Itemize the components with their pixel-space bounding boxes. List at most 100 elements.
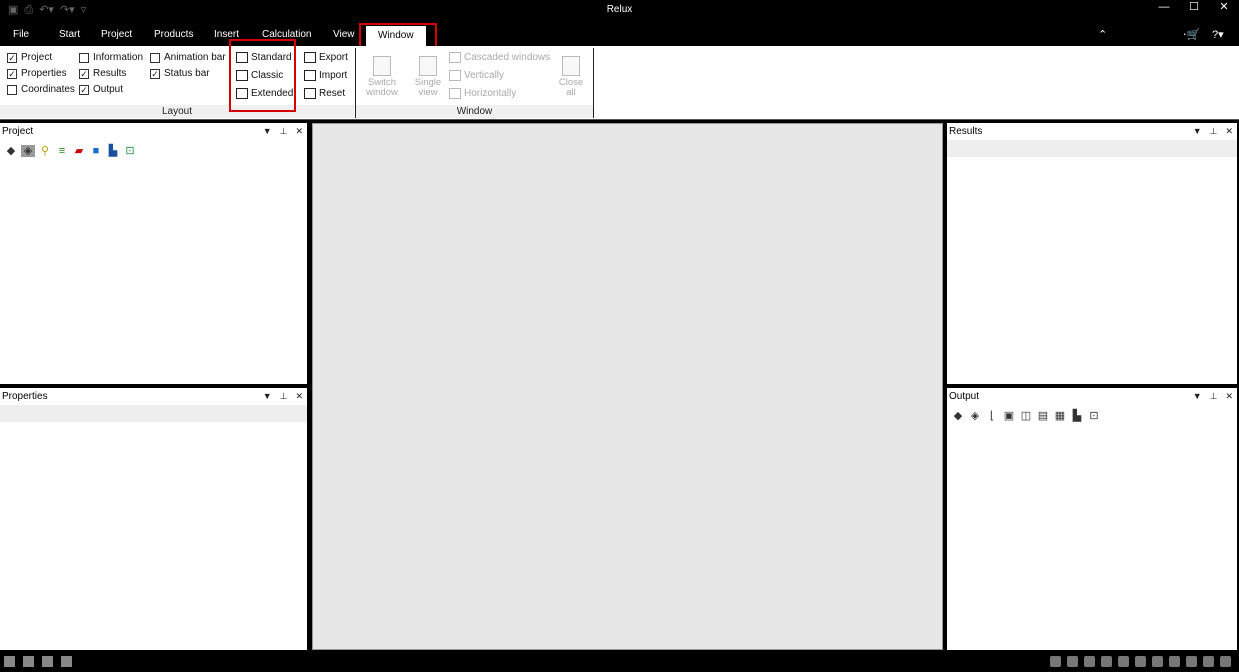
switch-window-button[interactable]: Switch window bbox=[364, 56, 400, 98]
minimize-icon[interactable]: — bbox=[1149, 0, 1179, 18]
zoom-out-icon[interactable] bbox=[1067, 656, 1078, 667]
dropdown-arrow-icon[interactable]: ▼ bbox=[263, 388, 272, 405]
layout-classic-button[interactable]: Classic bbox=[236, 70, 283, 81]
document-icon[interactable]: ▤ bbox=[1036, 410, 1050, 422]
grid-view-icon[interactable] bbox=[23, 656, 34, 667]
pin-icon[interactable]: ⊥ bbox=[280, 388, 288, 405]
checkbox-checked-icon: ✓ bbox=[7, 68, 17, 79]
close-window-icon[interactable]: ✕ bbox=[1209, 0, 1239, 18]
results-header-band bbox=[947, 140, 1237, 157]
measure-area-icon[interactable]: ≡ bbox=[55, 145, 69, 157]
checkbox-properties[interactable]: ✓ Properties bbox=[7, 68, 67, 79]
layout-group-label: Layout bbox=[0, 105, 354, 118]
render-icon[interactable] bbox=[1169, 656, 1180, 667]
3d-view-icon[interactable]: ▣ bbox=[1002, 410, 1016, 422]
window-group-label: Window bbox=[356, 105, 593, 118]
red-object-icon[interactable]: ▰ bbox=[72, 145, 86, 157]
tab-products[interactable]: Products bbox=[154, 29, 193, 40]
close-all-button[interactable]: Close all bbox=[554, 56, 588, 98]
plan-view-icon[interactable] bbox=[42, 656, 53, 667]
dropdown-arrow-icon[interactable]: ▼ bbox=[1193, 388, 1202, 405]
pin-icon[interactable]: ⊥ bbox=[1210, 123, 1218, 140]
image-view-icon[interactable] bbox=[61, 656, 72, 667]
layout-standard-button[interactable]: Standard bbox=[236, 52, 292, 63]
tile-vertically-button[interactable]: Vertically bbox=[449, 70, 504, 81]
tile-horizontally-button[interactable]: Horizontally bbox=[449, 88, 516, 99]
relux-logo-icon[interactable] bbox=[4, 656, 15, 667]
resize-grip-icon[interactable] bbox=[1220, 656, 1231, 667]
reset-icon bbox=[304, 88, 316, 99]
output-panel: Output ▼ ⊥ ✕ ◆ ◈ ⌊ ▣ ◫ ▤ ▦ ▙ ⊡ bbox=[947, 388, 1237, 650]
import-layout-button[interactable]: Import bbox=[304, 70, 347, 81]
zoom-fit-icon[interactable] bbox=[1084, 656, 1095, 667]
checkbox-checked-icon: ✓ bbox=[79, 68, 89, 79]
close-icon[interactable]: ✕ bbox=[1225, 123, 1233, 140]
tab-window[interactable]: Window bbox=[366, 26, 426, 46]
tab-file[interactable]: File bbox=[13, 29, 29, 40]
tile-vertical-icon bbox=[449, 70, 461, 81]
project-toolbar: ◆ ◈ ⚲ ≡ ▰ ■ ▙ ⊡ bbox=[4, 145, 137, 157]
maximize-icon[interactable]: ☐ bbox=[1179, 0, 1209, 18]
export-layout-button[interactable]: Export bbox=[304, 52, 348, 63]
checkbox-unchecked-icon bbox=[79, 52, 89, 63]
view-side-icon[interactable] bbox=[1152, 656, 1163, 667]
pin-icon[interactable]: ⊥ bbox=[1210, 388, 1218, 405]
dropdown-arrow-icon[interactable]: ▼ bbox=[263, 123, 272, 140]
help-icon[interactable]: ?▾ bbox=[1212, 28, 1224, 41]
import-icon bbox=[304, 70, 316, 81]
tab-calculation[interactable]: Calculation bbox=[262, 29, 311, 40]
view-3d-icon[interactable] bbox=[1101, 656, 1112, 667]
view-front-icon[interactable] bbox=[1135, 656, 1146, 667]
checkbox-project[interactable]: ✓ Project bbox=[7, 52, 52, 63]
cube-icon[interactable]: ■ bbox=[89, 145, 103, 157]
furniture-icon[interactable]: ▙ bbox=[106, 145, 120, 157]
view-top-icon[interactable] bbox=[1118, 656, 1129, 667]
properties-panel: Properties ▼ ⊥ ✕ bbox=[0, 388, 307, 650]
building-icon[interactable]: ◆ bbox=[951, 410, 965, 422]
3d-box-icon[interactable]: ◫ bbox=[1019, 410, 1033, 422]
building-icon[interactable]: ◆ bbox=[4, 145, 18, 157]
shop-icon[interactable]: ⋅🛒 bbox=[1183, 28, 1200, 41]
checkbox-output[interactable]: ✓ Output bbox=[79, 84, 123, 95]
panel-title: Project bbox=[0, 123, 307, 140]
chart-icon[interactable]: ▙ bbox=[1070, 410, 1084, 422]
document-icon[interactable] bbox=[1203, 656, 1214, 667]
close-icon[interactable]: ✕ bbox=[1225, 388, 1233, 405]
pin-icon[interactable]: ⊥ bbox=[280, 123, 288, 140]
checkbox-animation-bar[interactable]: Animation bar bbox=[150, 52, 226, 63]
reset-layout-button[interactable]: Reset bbox=[304, 88, 345, 99]
emergency-exit-icon[interactable]: ⊡ bbox=[1087, 410, 1101, 422]
standard-layout-icon bbox=[236, 52, 248, 63]
checkbox-results[interactable]: ✓ Results bbox=[79, 68, 126, 79]
cascade-windows-button[interactable]: Cascaded windows bbox=[449, 52, 550, 63]
dropdown-arrow-icon[interactable]: ▼ bbox=[1193, 123, 1202, 140]
checkbox-status-bar[interactable]: ✓ Status bar bbox=[150, 68, 210, 79]
room-icon[interactable]: ◈ bbox=[21, 145, 35, 157]
checkbox-information[interactable]: Information bbox=[79, 52, 143, 63]
tab-insert[interactable]: Insert bbox=[214, 29, 239, 40]
checkbox-coordinates[interactable]: Coordinates bbox=[7, 84, 75, 95]
properties-header-band bbox=[0, 405, 307, 422]
luminaire-icon[interactable]: ⚲ bbox=[38, 145, 52, 157]
single-view-icon bbox=[419, 56, 437, 76]
tab-start[interactable]: Start bbox=[59, 29, 80, 40]
single-view-button[interactable]: Single view bbox=[410, 56, 446, 98]
table-icon[interactable]: ▦ bbox=[1053, 410, 1067, 422]
extended-layout-icon bbox=[236, 88, 248, 99]
layout-group: ✓ Project ✓ Properties Coordinates Informa… bbox=[0, 46, 354, 120]
emergency-exit-icon[interactable]: ⊡ bbox=[123, 145, 137, 157]
zoom-in-icon[interactable] bbox=[1050, 656, 1061, 667]
title-bar: ▣ ⎙ ↶▾ ↷▾ ▿ Relux — ☐ ✕ bbox=[0, 0, 1239, 22]
room-icon[interactable]: ◈ bbox=[968, 410, 982, 422]
floor-plan-icon[interactable]: ⌊ bbox=[985, 410, 999, 422]
close-icon[interactable]: ✕ bbox=[295, 388, 303, 405]
collapse-ribbon-icon[interactable]: ⌃ bbox=[1098, 28, 1107, 41]
window-group: Switch window Single view Cascaded windo… bbox=[356, 46, 593, 120]
project-panel: Project ▼ ⊥ ✕ ◆ ◈ ⚲ ≡ ▰ ■ ▙ ⊡ bbox=[0, 123, 307, 384]
tab-project[interactable]: Project bbox=[101, 29, 132, 40]
tab-view[interactable]: View bbox=[333, 29, 355, 40]
light-icon[interactable] bbox=[1186, 656, 1197, 667]
close-icon[interactable]: ✕ bbox=[295, 123, 303, 140]
layout-extended-button[interactable]: Extended bbox=[236, 88, 293, 99]
main-workspace[interactable] bbox=[312, 123, 943, 650]
